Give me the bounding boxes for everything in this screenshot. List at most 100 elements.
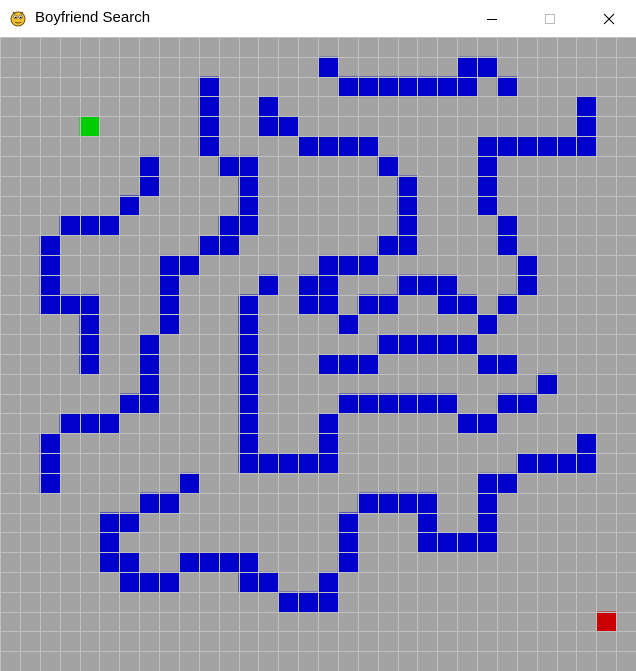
wall-cell [417,274,438,296]
wall-cell [477,136,498,157]
close-icon [603,13,615,24]
wall-cell [576,453,597,474]
wall-cell [536,373,558,395]
wall-cell [139,393,160,415]
title-bar[interactable]: Boyfriend Search [0,0,636,37]
wall-cell [159,274,180,296]
wall-cell [238,413,259,434]
wall-cell [278,116,299,137]
wall-cell [437,274,458,296]
wall-cell [337,552,359,573]
wall-cell [318,591,339,613]
wall-cell [79,215,100,236]
wall-cell [477,492,498,514]
wall-cell [258,453,279,474]
wall-cell [99,512,120,533]
wall-cell [39,433,61,454]
wall-cell [397,274,418,296]
wall-cell [258,571,279,593]
wall-cell [238,373,259,395]
maze-canvas[interactable] [0,37,636,671]
wall-cell [457,76,478,98]
wall-cell [278,591,299,613]
wall-cell [238,215,259,236]
wall-cell [576,96,597,117]
wall-cell [337,532,359,553]
wall-cell [178,254,200,276]
wall-cell [218,235,240,256]
wall-cell [318,254,339,276]
wall-cell [238,155,259,177]
wall-cell [496,393,518,415]
wall-cell [238,294,259,315]
wall-cell [218,155,240,177]
wall-cell [218,552,240,573]
wall-cell [357,393,379,415]
wall-cell [457,294,478,315]
wall-cell [477,532,498,553]
wall-cell [298,274,319,296]
wall-cell [238,314,259,335]
wall-cell [417,393,438,415]
wall-cell [39,274,61,296]
wall-cell [477,512,498,533]
wall-cell [39,254,61,276]
wall-cell [198,235,220,256]
maze-grid[interactable] [0,37,636,671]
wall-cell [377,294,399,315]
wall-cell [397,215,418,236]
wall-cell [238,552,259,573]
wall-cell [139,155,160,177]
wall-cell [397,175,418,197]
wall-cell [238,453,259,474]
wall-cell [397,334,418,355]
wall-cell [477,56,498,78]
wall-cell [337,76,359,98]
wall-cell [377,492,399,514]
maximize-icon [545,13,555,24]
close-button[interactable] [586,0,632,37]
wall-cell [397,76,418,98]
wall-cell [139,571,160,593]
wall-cell [437,294,458,315]
start-cell [79,116,100,137]
wall-cell [377,76,399,98]
minimize-button[interactable] [469,0,515,37]
wall-cell [59,215,81,236]
wall-cell [198,136,220,157]
wall-cell [39,472,61,494]
wall-cell [377,334,399,355]
wall-cell [318,274,339,296]
wall-cell [357,492,379,514]
wall-cell [496,294,518,315]
wall-cell [477,175,498,197]
wall-cell [477,413,498,434]
wall-cell [377,393,399,415]
wall-cell [218,215,240,236]
maximize-button[interactable] [527,0,573,37]
wall-cell [159,314,180,335]
wall-cell [39,453,61,474]
wall-cell [159,492,180,514]
wall-cell [59,413,81,434]
wall-cell [496,215,518,236]
wall-cell [318,294,339,315]
wall-cell [477,354,498,375]
wall-cell [79,334,100,355]
wall-cell [139,175,160,197]
wall-cell [337,512,359,533]
wall-cell [337,314,359,335]
wall-cell [318,56,339,78]
wall-cell [99,413,120,434]
wall-cell [516,136,538,157]
wall-cell [496,472,518,494]
app-window: Boyfriend Search [0,0,636,671]
wall-cell [99,532,120,553]
wall-cell [159,294,180,315]
wall-cell [198,96,220,117]
wall-cell [298,453,319,474]
wall-cell [198,552,220,573]
wall-cell [457,413,478,434]
wall-cell [516,254,538,276]
wall-cell [318,453,339,474]
